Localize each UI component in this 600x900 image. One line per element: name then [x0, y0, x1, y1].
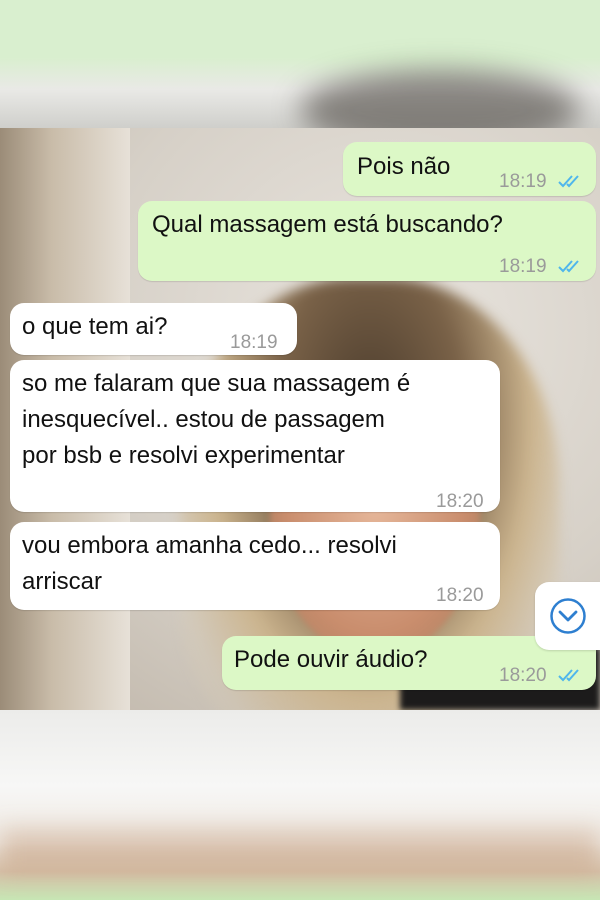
double-check-icon: [558, 260, 579, 273]
message-time: 18:19: [499, 164, 584, 200]
outgoing-message[interactable]: Pois não 18:19: [343, 142, 596, 196]
message-text-line: so me falaram que sua massagem é: [22, 370, 411, 397]
double-check-icon: [558, 669, 579, 682]
message-text: Pois não: [357, 153, 451, 180]
message-text-line: inesquecível.. estou de passagem: [22, 406, 385, 433]
message-text-line: por bsb e resolvi experimentar: [22, 442, 345, 469]
double-check-icon: [558, 175, 579, 188]
outgoing-message[interactable]: Qual massagem está buscando? 18:19: [138, 201, 596, 281]
scroll-to-bottom-button[interactable]: [535, 582, 600, 650]
message-time: 18:19: [230, 332, 278, 353]
incoming-message[interactable]: so me falaram que sua massagem é inesque…: [10, 360, 500, 512]
blurred-background: [300, 70, 580, 128]
chevron-down-circle-icon: [550, 598, 586, 634]
message-text: Pode ouvir áudio?: [234, 646, 428, 673]
message-text: o que tem ai?: [22, 313, 168, 340]
chat-area[interactable]: Pois não 18:19 Qual massagem está buscan…: [0, 128, 600, 710]
message-text-line: arriscar: [22, 568, 103, 595]
message-text: Qual massagem está buscando?: [152, 211, 503, 238]
message-time: 18:19: [499, 249, 584, 285]
incoming-message[interactable]: vou embora amanha cedo... resolvi arrisc…: [10, 522, 500, 610]
incoming-message[interactable]: o que tem ai? 18:19: [10, 303, 297, 355]
message-time: 18:20: [499, 658, 584, 694]
bottom-blurred-band: [0, 710, 600, 900]
message-text-line: vou embora amanha cedo... resolvi: [22, 532, 397, 559]
blurred-background: [0, 830, 600, 870]
top-blurred-band: [0, 0, 600, 128]
message-time: 18:20: [436, 491, 484, 512]
message-time: 18:20: [436, 585, 484, 606]
